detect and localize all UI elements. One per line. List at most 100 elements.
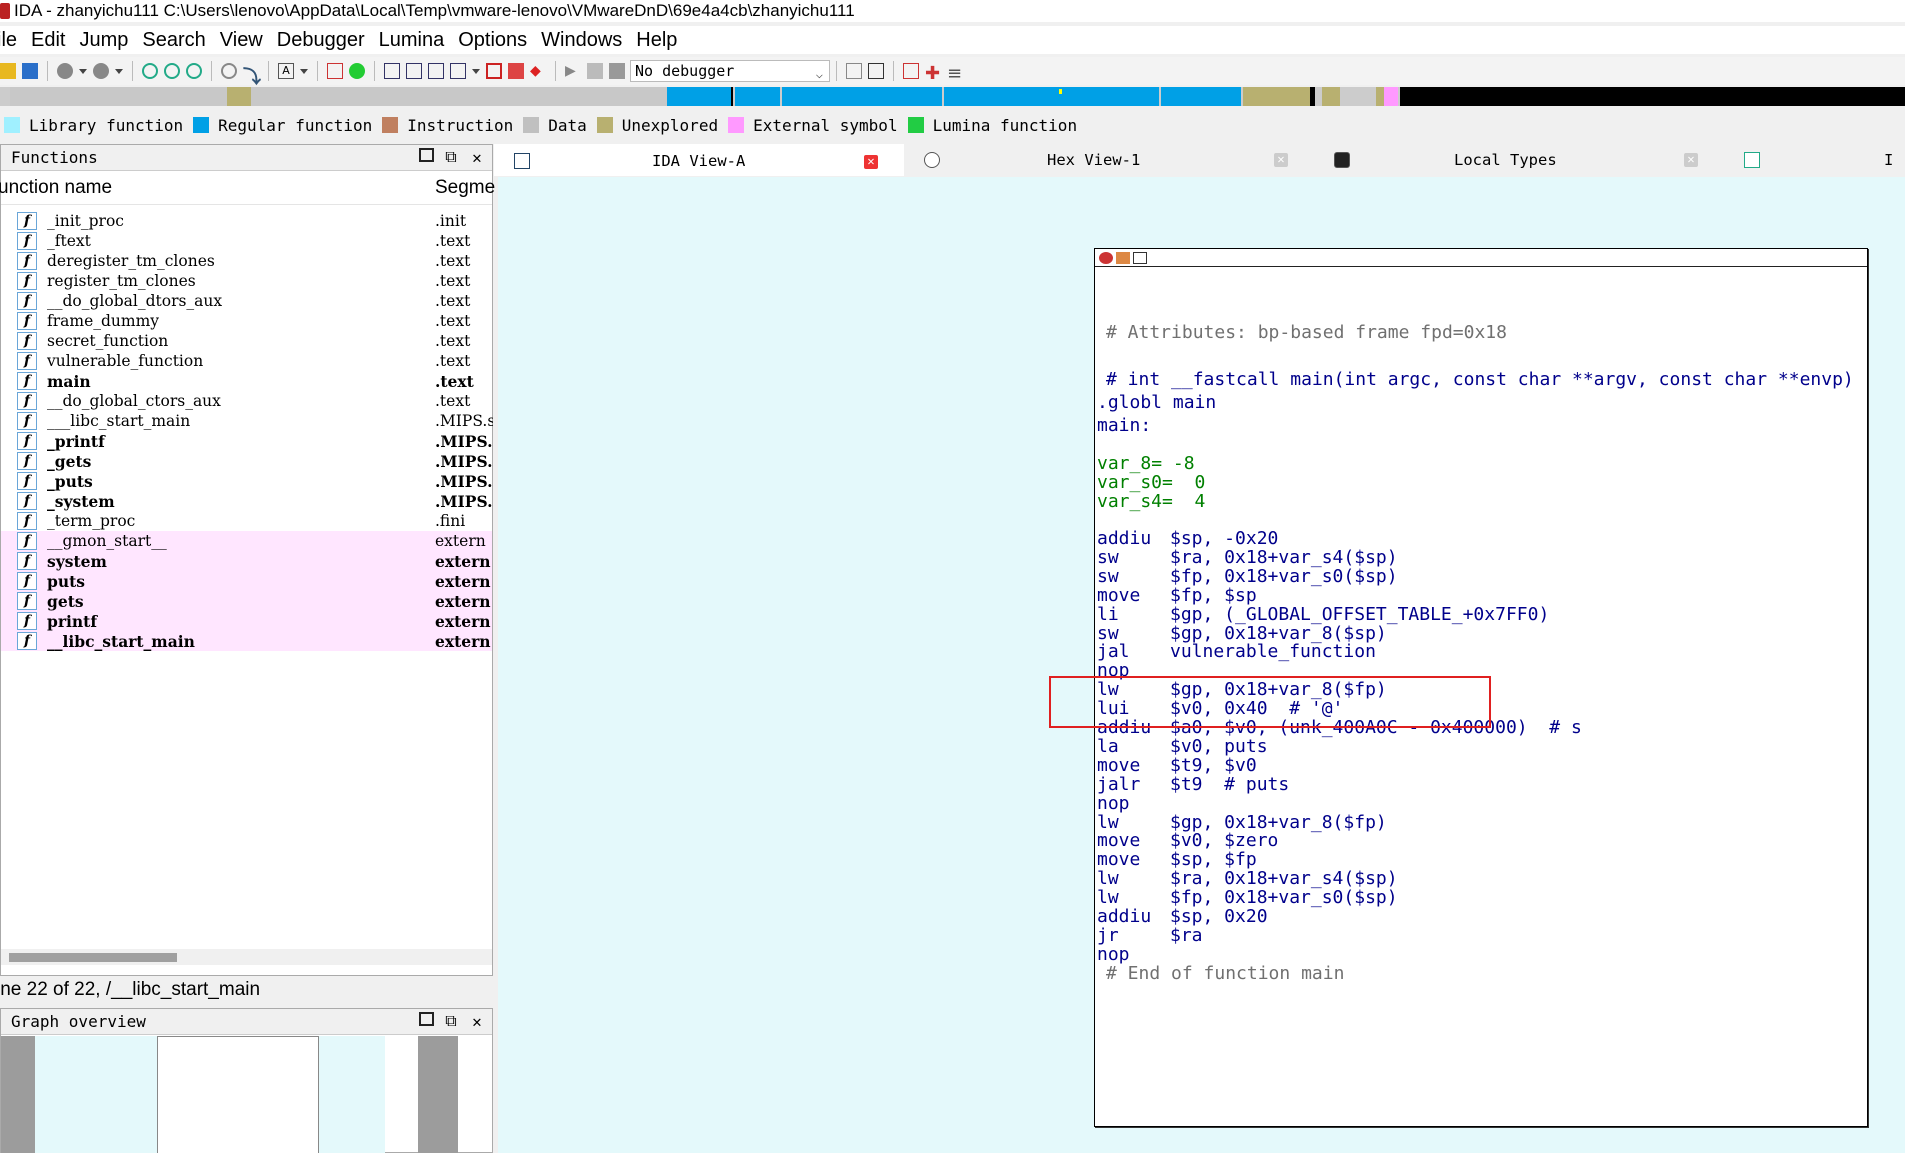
function-row[interactable]: f _printf .MIPS. [1,431,493,451]
text-icon[interactable]: A [278,63,294,79]
stop-process-icon[interactable] [609,63,625,79]
function-row[interactable]: f __gmon_start__ extern [1,531,492,551]
tab-local-types[interactable]: Local Types ✕ [1314,144,1724,176]
segment-icon[interactable] [384,63,400,79]
menu-debugger[interactable]: Debugger [277,29,365,52]
add-watch-icon[interactable]: ✚ [925,63,941,84]
node-collapse-icon[interactable] [1133,251,1147,264]
open-folder-icon[interactable] [0,63,16,79]
close-icon[interactable]: ✕ [864,155,878,169]
function-row[interactable]: f __do_global_ctors_aux .text [1,391,492,411]
function-row[interactable]: f deregister_tm_clones .text [1,251,492,271]
function-row[interactable]: f secret_function .text [1,331,492,351]
names-icon[interactable] [450,63,466,79]
save-icon[interactable] [22,63,38,79]
graph-icon[interactable] [142,63,158,79]
navigation-band[interactable] [0,87,1905,106]
function-row[interactable]: f _init_proc .init [1,211,492,231]
menu-search[interactable]: Search [142,29,205,52]
function-row[interactable]: f _system .MIPS. [1,491,493,511]
start-process-icon[interactable]: ▶ [565,63,581,79]
maximize-icon[interactable] [419,1012,434,1026]
pause-process-icon[interactable] [587,63,603,79]
nav-segment [735,87,780,106]
scrollbar-thumb[interactable] [9,953,177,962]
watch-icon[interactable] [903,63,919,79]
code-label-main[interactable]: main: [1097,415,1151,438]
patch-icon[interactable] [508,63,524,79]
stack-var-line[interactable]: var_s4= 4 [1097,491,1205,514]
menu-help[interactable]: Help [636,29,677,52]
graph-overview-canvas[interactable] [1,1036,492,1153]
column-function-name[interactable]: unction name [0,177,112,199]
stop-icon[interactable] [486,63,502,79]
enum-icon[interactable] [428,63,444,79]
step-over-icon[interactable] [868,63,884,79]
function-row[interactable]: f __do_global_dtors_aux .text [1,291,492,311]
node-title-icon[interactable] [1116,251,1130,264]
function-row[interactable]: f _gets .MIPS. [1,451,493,471]
forward-dropdown-icon[interactable] [115,63,123,79]
menu-edit[interactable]: Edit [31,29,65,52]
debugger-select[interactable]: No debugger ⌵ [630,60,830,82]
tab-hex-view-1[interactable]: Hex View-1 ✕ [904,144,1314,176]
tracing-icon[interactable]: ≡ [947,63,963,84]
function-row[interactable]: f register_tm_clones .text [1,271,492,291]
highlight-annotation-box [1049,676,1491,728]
tab-imports[interactable]: I [1724,144,1905,176]
menu-view[interactable]: View [220,29,263,52]
struct-icon[interactable] [406,63,422,79]
stack-var-name[interactable]: var_8 [1097,453,1151,474]
close-icon[interactable]: ✕ [468,1012,486,1031]
text-dropdown-icon[interactable] [300,63,308,79]
function-row[interactable]: f vulnerable_function .text [1,351,492,371]
function-row[interactable]: f _puts .MIPS. [1,471,493,491]
function-row[interactable]: f frame_dummy .text [1,311,492,331]
close-icon[interactable]: ✕ [1684,153,1698,167]
menu-jump[interactable]: Jump [79,29,128,52]
close-icon[interactable]: ✕ [1274,153,1288,167]
functions-column-header: unction name Segme [0,171,495,205]
function-row[interactable]: f __libc_start_main extern [1,631,492,651]
forward-icon[interactable] [93,63,109,79]
column-segment[interactable]: Segme [435,177,495,199]
maximize-icon[interactable] [419,148,434,162]
function-row[interactable]: f gets extern [1,591,492,611]
stack-var-name[interactable]: var_s4 [1097,491,1162,512]
xrefs-icon[interactable] [186,63,202,79]
chart-icon[interactable] [327,63,343,79]
function-segment: extern [435,532,486,550]
search-icon[interactable] [221,63,237,79]
close-icon[interactable]: ✕ [468,148,486,167]
step-into-icon[interactable] [846,63,862,79]
function-row[interactable]: f printf extern [1,611,492,631]
graph-overview-viewport[interactable] [157,1036,319,1153]
restore-icon[interactable]: ⧉ [442,147,460,166]
function-row[interactable]: f ___libc_start_main .MIPS.s [1,411,493,431]
functions-horizontal-scrollbar[interactable] [1,949,492,965]
function-row[interactable]: f puts extern [1,571,492,591]
menu-windows[interactable]: Windows [541,29,622,52]
back-dropdown-icon[interactable] [79,63,87,79]
views-dropdown-icon[interactable] [472,63,480,79]
function-segment: .text [435,371,474,391]
instruction-operands: $sp, $fp [1170,849,1257,871]
node-color-icon[interactable] [1099,251,1113,264]
menu-options[interactable]: Options [458,29,527,52]
toolbar-separator [47,61,48,81]
proximity-icon[interactable] [164,63,180,79]
back-icon[interactable] [57,63,73,79]
jump-arrow-icon[interactable]: ⤵ [243,63,261,88]
menu-lumina[interactable]: Lumina [379,29,445,52]
tab-ida-view-a[interactable]: IDA View-A ✕ [494,144,904,176]
function-row[interactable]: f system extern [1,551,492,571]
function-row[interactable]: f _term_proc .fini [1,511,492,531]
breakpoint-icon[interactable]: ◆ [530,63,546,79]
restore-icon[interactable]: ⧉ [442,1011,460,1030]
lumina-icon[interactable] [349,63,365,79]
stack-var-name[interactable]: var_s0 [1097,472,1162,493]
menu-file[interactable]: ile [0,29,17,52]
instruction-operands: vulnerable_function [1170,641,1376,663]
function-row[interactable]: f _ftext .text [1,231,492,251]
function-row[interactable]: f main .text [1,371,492,391]
